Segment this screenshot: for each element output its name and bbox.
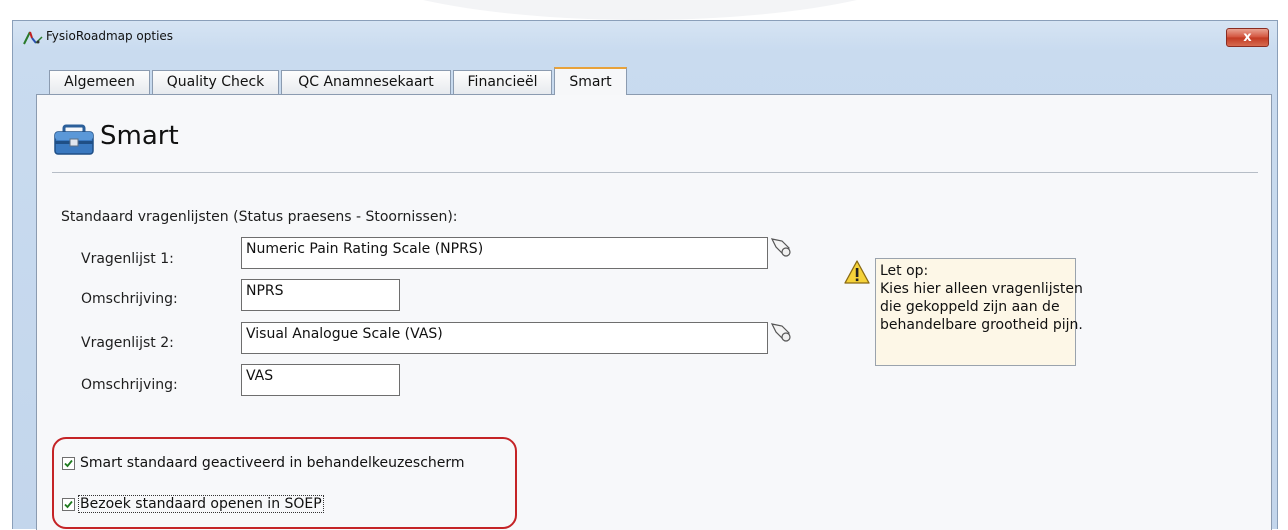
vragenlijst-1-field[interactable]: Numeric Pain Rating Scale (NPRS) <box>241 237 768 269</box>
app-icon <box>23 31 43 45</box>
omschrijving-2-field[interactable]: VAS <box>241 364 400 396</box>
bezoek-default-label[interactable]: Bezoek standaard openen in SOEP <box>78 495 324 513</box>
warning-icon <box>844 260 870 284</box>
close-icon: x <box>1243 30 1252 45</box>
note-line: behandelbare grootheid pijn. <box>880 317 1083 333</box>
toolbox-icon <box>54 124 94 155</box>
highlight-box <box>52 437 517 529</box>
lookup-tag-icon[interactable] <box>770 237 792 259</box>
tab-qc-anamnesekaart[interactable]: QC Anamnesekaart <box>281 70 451 94</box>
checkmark-icon <box>64 500 73 508</box>
title-bar: FysioRoadmap opties x <box>13 21 1277 53</box>
tab-label: Financieël <box>467 74 538 90</box>
bezoek-default-checkbox[interactable] <box>62 497 75 511</box>
options-dialog: FysioRoadmap opties x Algemeen Quality C… <box>12 20 1278 530</box>
window-title: FysioRoadmap opties <box>46 29 174 43</box>
lookup-tag-icon[interactable] <box>770 322 792 344</box>
note-line: Kies hier alleen vragenlijsten <box>880 281 1083 297</box>
vragenlijst-2-field[interactable]: Visual Analogue Scale (VAS) <box>241 322 768 354</box>
omschrijving-1-label: Omschrijving: <box>81 291 178 307</box>
tab-label: QC Anamnesekaart <box>298 74 434 90</box>
note-box: Let op: Kies hier alleen vragenlijsten d… <box>875 258 1083 366</box>
close-button[interactable]: x <box>1226 28 1269 47</box>
note-line: die gekoppeld zijn aan de <box>880 299 1060 315</box>
smart-default-label[interactable]: Smart standaard geactiveerd in behandelk… <box>79 455 466 471</box>
vragenlijst-1-label: Vragenlijst 1: <box>81 251 174 267</box>
tab-label: Smart <box>569 74 612 90</box>
note-title: Let op: <box>880 263 929 279</box>
tab-label: Quality Check <box>166 74 265 90</box>
smart-default-option[interactable]: Smart standaard geactiveerd in behandelk… <box>62 455 466 471</box>
tab-financieel[interactable]: Financieël <box>453 70 552 94</box>
tab-algemeen[interactable]: Algemeen <box>49 70 150 94</box>
vragenlijst-2-label: Vragenlijst 2: <box>81 335 174 351</box>
background-arc <box>330 0 950 20</box>
smart-panel: Smart Standaard vragenlijsten (Status pr… <box>36 94 1272 530</box>
page-title: Smart <box>100 121 179 151</box>
checkmark-icon <box>64 459 73 467</box>
smart-default-checkbox[interactable] <box>62 456 75 470</box>
tab-quality-check[interactable]: Quality Check <box>152 70 279 94</box>
tab-smart[interactable]: Smart <box>554 67 627 95</box>
omschrijving-2-label: Omschrijving: <box>81 377 178 393</box>
tab-label: Algemeen <box>64 74 135 90</box>
header-divider <box>52 172 1258 173</box>
section-label: Standaard vragenlijsten (Status praesens… <box>61 209 458 225</box>
omschrijving-1-field[interactable]: NPRS <box>241 279 400 311</box>
bezoek-default-option[interactable]: Bezoek standaard openen in SOEP <box>62 495 324 513</box>
